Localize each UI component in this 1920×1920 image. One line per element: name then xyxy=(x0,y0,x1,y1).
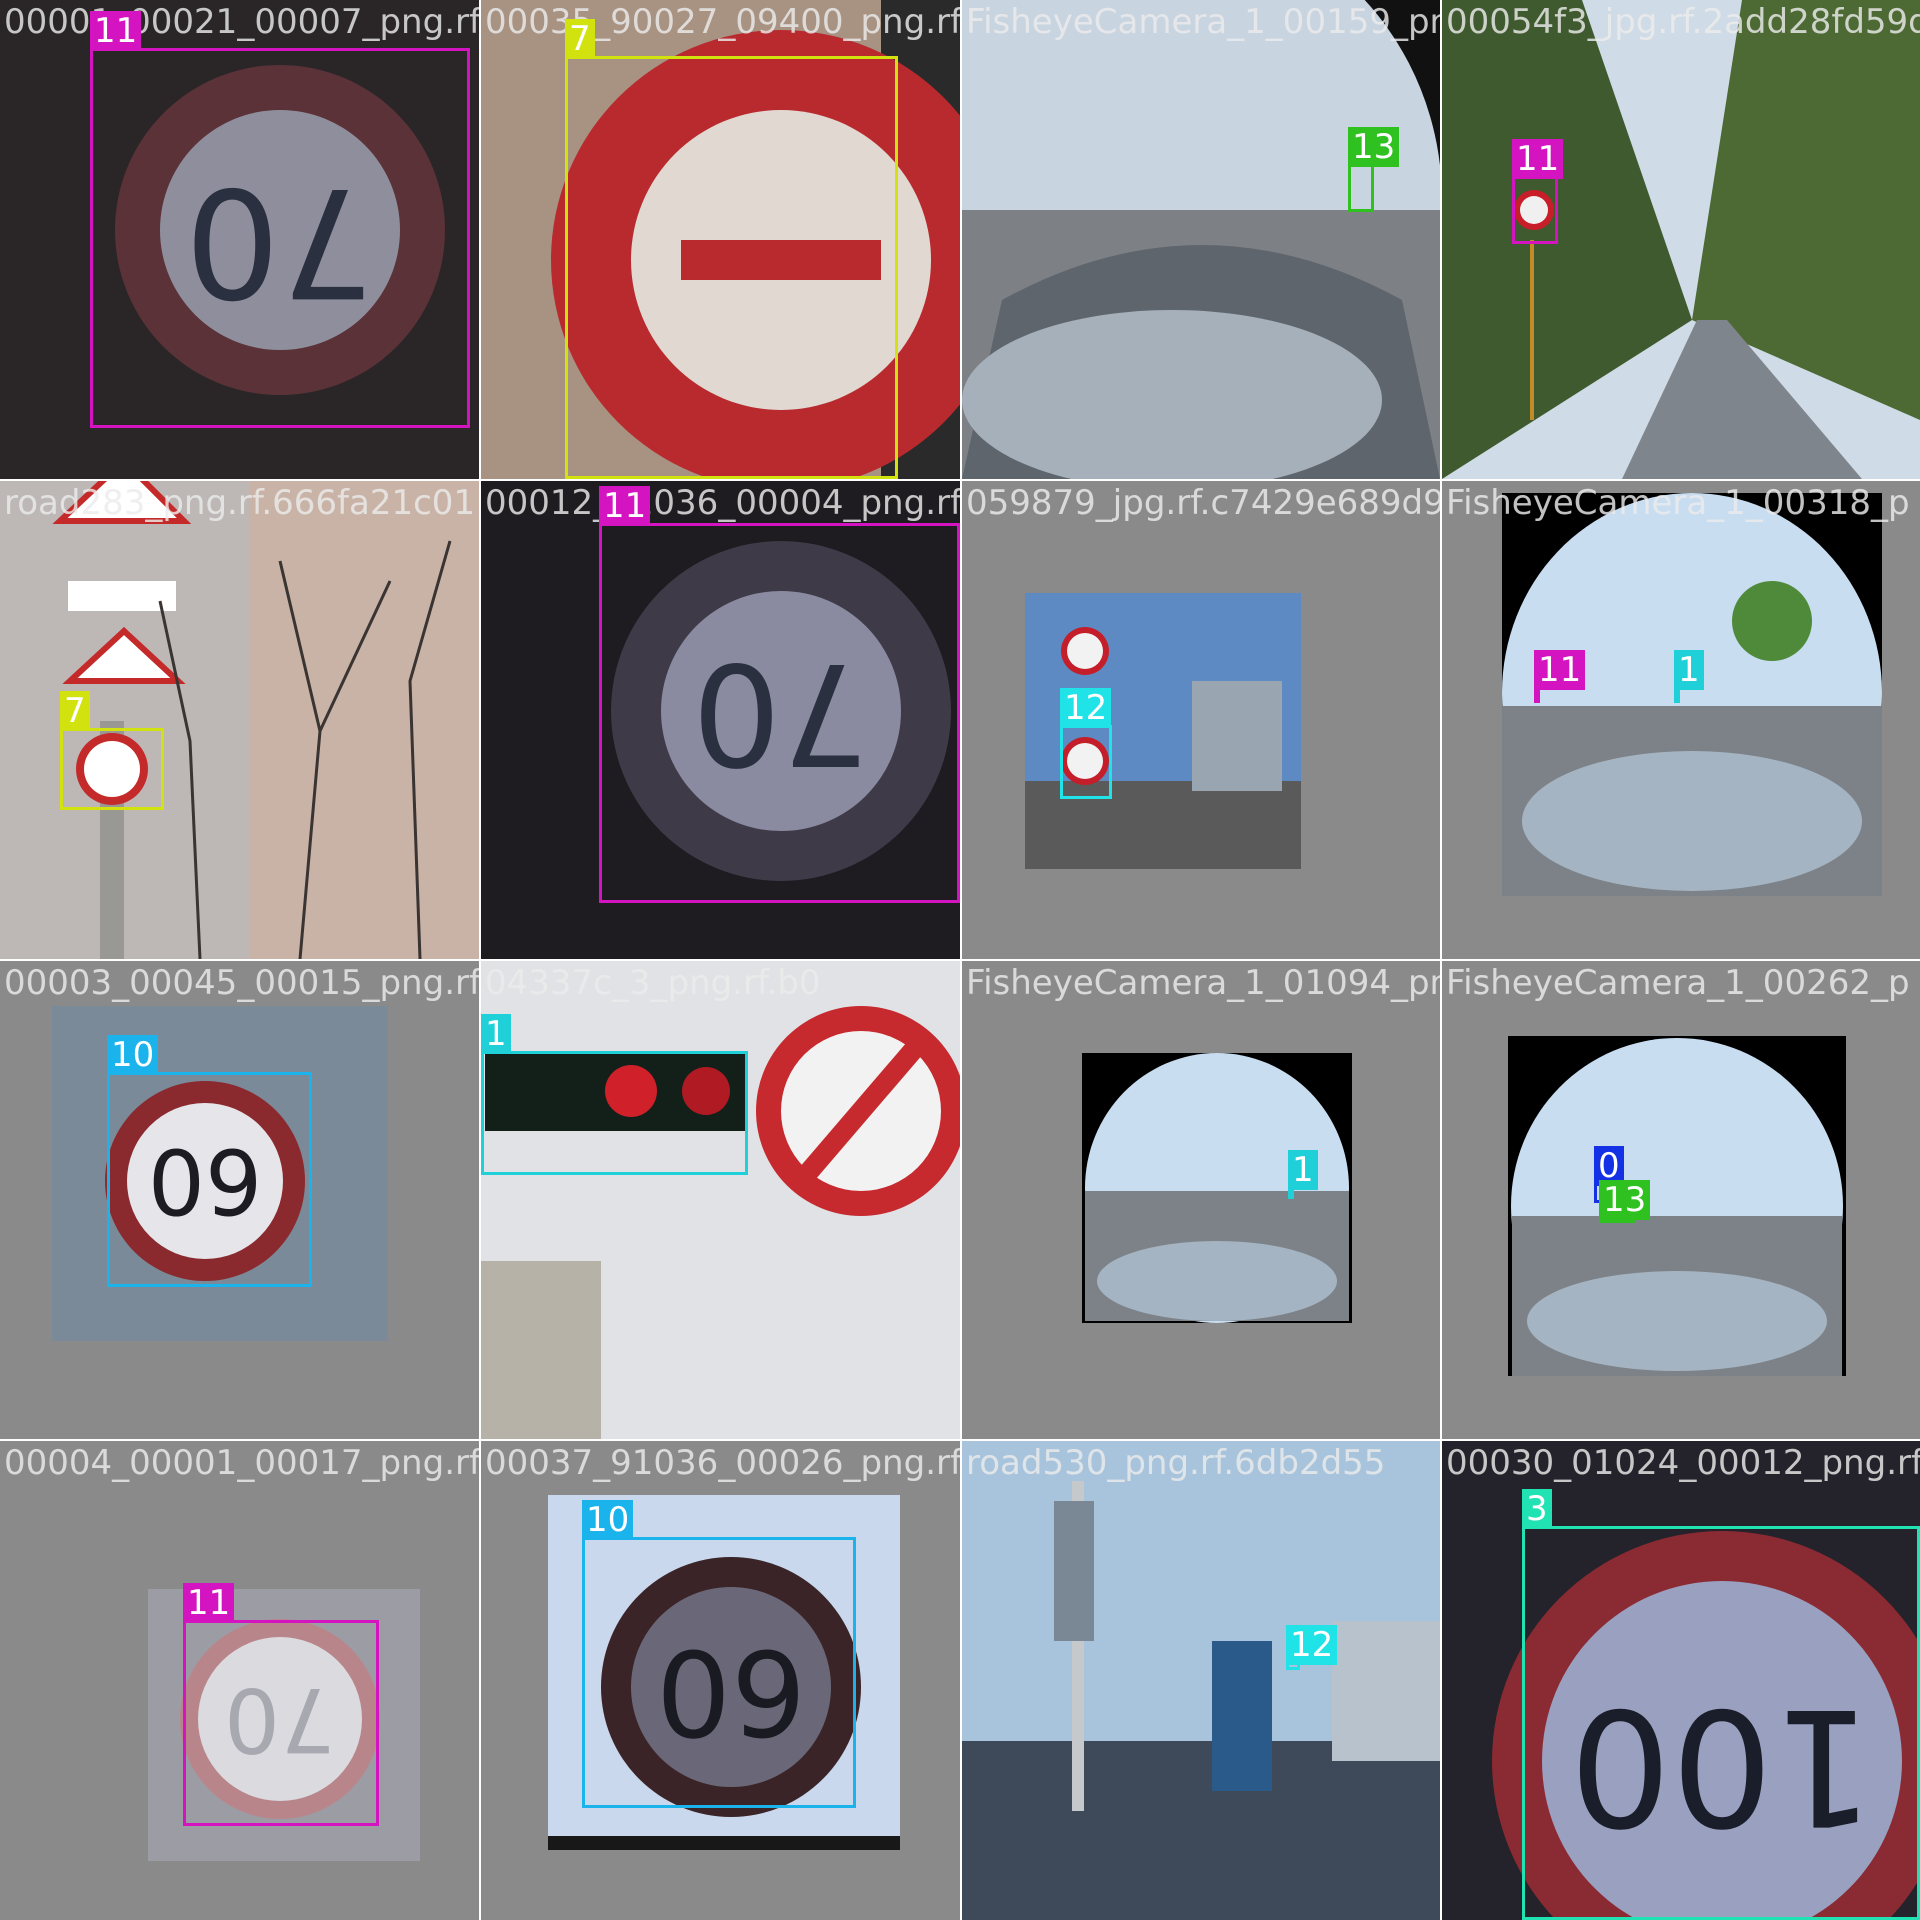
detection-class-label: 3 xyxy=(1522,1489,1552,1529)
detection-box[interactable]: 1 xyxy=(481,1014,748,1175)
mosaic-grid: 70 00001_00021_00007_png.rf. 11 00035_90… xyxy=(0,0,1920,1920)
fisheye-road-scene xyxy=(962,961,1440,1439)
detection-class-label: 11 xyxy=(183,1583,235,1623)
detection-box[interactable]: 11 xyxy=(183,1583,379,1826)
city-street-signs xyxy=(962,481,1440,959)
detection-class-label: 12 xyxy=(1060,688,1112,728)
detection-class-label: 11 xyxy=(599,486,651,526)
detection-box[interactable]: 12 xyxy=(1286,1625,1338,1670)
detection-box[interactable]: 11 xyxy=(1534,650,1586,703)
detection-class-label: 7 xyxy=(565,19,595,59)
fisheye-road-scene xyxy=(1442,481,1920,959)
detection-box[interactable]: 7 xyxy=(565,19,898,479)
detection-class-label: 11 xyxy=(1534,650,1586,690)
detection-class-label: 1 xyxy=(481,1014,511,1054)
detection-box[interactable]: 11 xyxy=(599,486,960,903)
detection-box[interactable]: 11 xyxy=(1512,139,1564,244)
tile-3: 00054f3_jpg.rf.2add28fd59d 11 xyxy=(1442,0,1920,479)
detection-box[interactable]: 12 xyxy=(1060,688,1112,799)
detection-box[interactable]: 10 xyxy=(107,1035,312,1287)
detection-class-label: 13 xyxy=(1599,1180,1651,1220)
detection-box[interactable]: 1 xyxy=(1288,1150,1318,1199)
detection-class-label: 1 xyxy=(1288,1150,1318,1190)
detection-class-label: 11 xyxy=(90,11,142,51)
detection-class-label: 1 xyxy=(1674,650,1704,690)
tile-2: FisheyeCamera_1_00159_png.rf. 13 xyxy=(962,0,1440,479)
tile-15: 100 00030_01024_00012_png.rf 3 xyxy=(1442,1441,1920,1920)
detection-class-label: 13 xyxy=(1348,127,1400,167)
detection-box[interactable]: 3 xyxy=(1522,1489,1920,1920)
tile-13: 60 00037_91036_00026_png.rf. 10 xyxy=(481,1441,960,1920)
tile-6: 059879_jpg.rf.c7429e689d9 12 xyxy=(962,481,1440,959)
detection-box[interactable]: 1 xyxy=(1674,650,1704,703)
tile-14: road530_png.rf.6db2d55 12 xyxy=(962,1441,1440,1920)
city-street-scene xyxy=(962,1441,1440,1920)
tile-5: 70 00012_01036_00004_png.rf. 11 xyxy=(481,481,960,959)
tile-10: FisheyeCamera_1_01094_png.rf. 1 xyxy=(962,961,1440,1439)
fisheye-road-scene xyxy=(1442,961,1920,1439)
tile-12: 70 00004_00001_00017_png.rf. 11 xyxy=(0,1441,479,1920)
detection-class-label: 7 xyxy=(60,691,90,731)
detection-box[interactable]: 7 xyxy=(60,691,164,810)
detection-box[interactable]: 10 xyxy=(582,1500,856,1808)
detection-class-label: 10 xyxy=(582,1500,634,1540)
detection-box[interactable]: 11 xyxy=(90,11,470,428)
tile-9: 04337c_3_png.rf.b0 1 xyxy=(481,961,960,1439)
tile-11: FisheyeCamera_1_00262_p 0 13 xyxy=(1442,961,1920,1439)
detection-box[interactable]: 13 xyxy=(1348,127,1400,212)
detection-class-label: 12 xyxy=(1286,1625,1338,1665)
fisheye-road-scene xyxy=(962,0,1440,479)
tile-0: 70 00001_00021_00007_png.rf. 11 xyxy=(0,0,479,479)
tile-1: 00035_90027_09400_png.rf. 7 xyxy=(481,0,960,479)
detection-box[interactable]: 13 xyxy=(1599,1180,1651,1223)
tile-4: road283_png.rf.666fa21c01 7 xyxy=(0,481,479,959)
traffic-light-and-no-turn-sign xyxy=(481,961,960,1439)
detection-class-label: 10 xyxy=(107,1035,159,1075)
detection-class-label: 11 xyxy=(1512,139,1564,179)
tile-8: 60 00003_00045_00015_png.rf. 10 xyxy=(0,961,479,1439)
tile-7: FisheyeCamera_1_00318_p 11 1 xyxy=(1442,481,1920,959)
